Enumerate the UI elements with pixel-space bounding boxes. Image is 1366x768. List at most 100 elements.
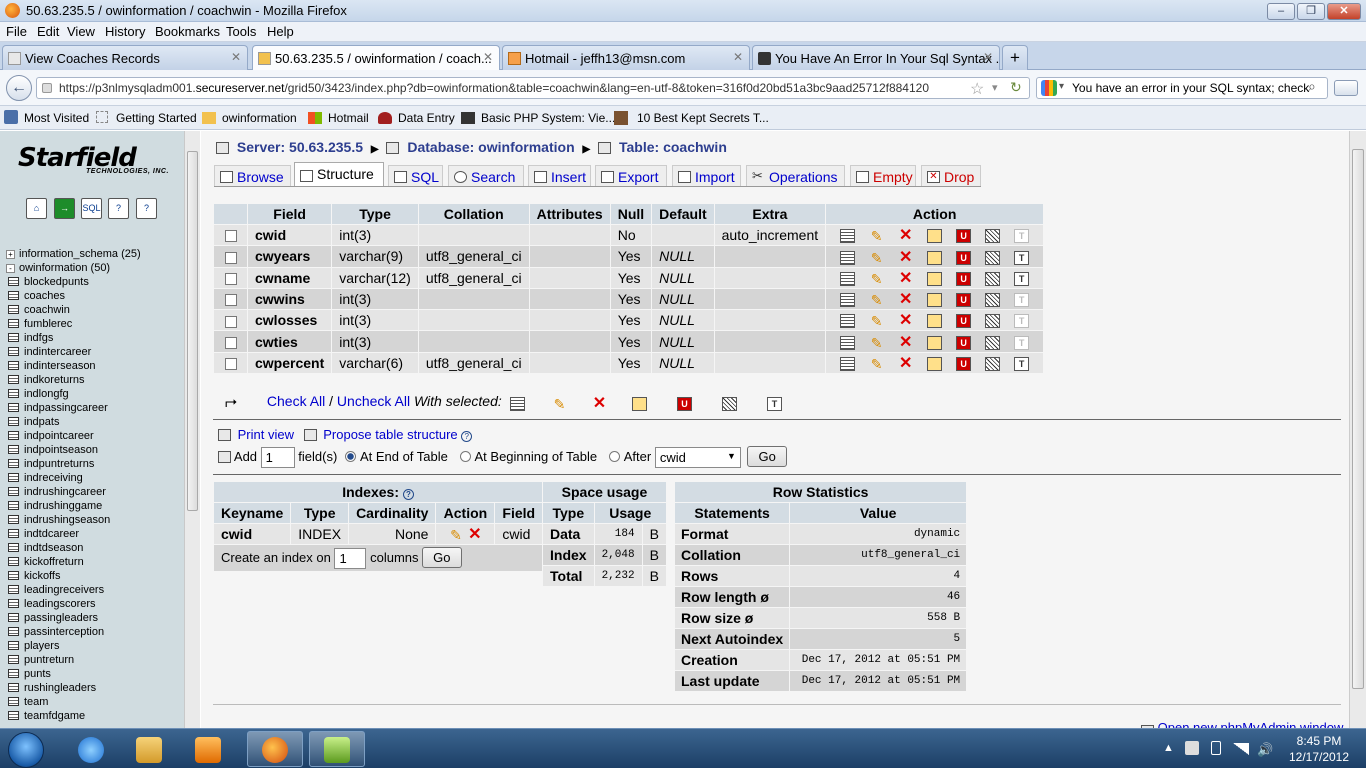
table-icon[interactable] xyxy=(8,445,19,454)
help-icon[interactable]: ? xyxy=(402,489,414,500)
edit-selected-icon[interactable]: ✎ xyxy=(552,397,567,411)
sidebar-table-item[interactable]: indpats xyxy=(8,416,59,428)
edit-icon[interactable]: ✎ xyxy=(869,229,884,243)
taskbar-explorer[interactable] xyxy=(121,731,177,767)
sidebar-table-name[interactable]: passinterception xyxy=(24,626,104,638)
table-icon[interactable] xyxy=(8,557,19,566)
sidebar-scrollbar[interactable] xyxy=(184,131,200,728)
network-icon[interactable] xyxy=(1233,743,1249,755)
edit-icon[interactable]: ✎ xyxy=(869,272,884,286)
sidebar-table-name[interactable]: kickoffs xyxy=(24,570,60,582)
sidebar-table-item[interactable]: indpassingcareer xyxy=(8,402,108,414)
search-icon[interactable]: ⌕ xyxy=(1308,78,1316,95)
unique-icon[interactable]: U xyxy=(956,271,972,286)
tab-hotmail[interactable]: Hotmail - jeffh13@msn.com ✕ xyxy=(502,45,750,70)
sidebar-table-item[interactable]: indfgs xyxy=(8,332,53,344)
sidebar-table-name[interactable]: indrushingcareer xyxy=(24,486,106,498)
sidebar-table-name[interactable]: indtdseason xyxy=(24,542,83,554)
volume-icon[interactable]: 🔊 xyxy=(1257,742,1273,758)
table-icon[interactable] xyxy=(8,571,19,580)
tab-browse[interactable]: Browse xyxy=(214,165,291,187)
table-icon[interactable] xyxy=(8,375,19,384)
sidebar-table-item[interactable]: indpointseason xyxy=(8,444,98,456)
home-icon[interactable] xyxy=(1334,80,1358,96)
index-selected-icon[interactable] xyxy=(722,396,737,411)
fulltext-icon[interactable]: T xyxy=(1014,229,1030,244)
sidebar-table-name[interactable]: rushingleaders xyxy=(24,682,96,694)
sidebar-table-item[interactable]: teamfdgame xyxy=(8,710,85,722)
index-icon[interactable] xyxy=(985,335,1001,350)
sidebar-table-item[interactable]: indrushingseason xyxy=(8,514,110,526)
sidebar-table-name[interactable]: indpointcareer xyxy=(24,430,94,442)
url-bar[interactable]: https://p3nlmysqladm001.secureserver.net… xyxy=(36,77,1030,99)
collapse-icon[interactable]: - xyxy=(6,263,15,273)
sidebar-table-name[interactable]: kickoffreturn xyxy=(24,556,84,568)
sidebar-table-name[interactable]: indrushinggame xyxy=(24,500,102,512)
table-icon[interactable] xyxy=(8,403,19,412)
index-icon[interactable] xyxy=(985,250,1001,265)
tab-export[interactable]: Export xyxy=(595,165,667,187)
minimize-button[interactable]: – xyxy=(1267,3,1295,20)
drop-selected-icon[interactable]: ✕ xyxy=(592,395,607,411)
sidebar-table-item[interactable]: blockedpunts xyxy=(8,276,89,288)
fulltext-icon[interactable]: T xyxy=(1014,357,1030,372)
table-icon[interactable] xyxy=(8,347,19,356)
at-end-label[interactable]: At End of Table xyxy=(360,449,448,464)
tab-structure[interactable]: Structure xyxy=(294,162,384,187)
sidebar-table-name[interactable]: indlongfg xyxy=(24,388,69,400)
after-field-select[interactable]: cwid ▼ xyxy=(654,447,741,469)
table-icon[interactable] xyxy=(8,431,19,440)
sidebar-table-name[interactable]: indreceiving xyxy=(24,472,83,484)
table-icon[interactable] xyxy=(8,291,19,300)
edit-icon[interactable]: ✎ xyxy=(869,357,884,371)
primary-icon[interactable] xyxy=(927,250,943,265)
table-icon[interactable] xyxy=(8,333,19,342)
google-icon[interactable] xyxy=(1041,80,1057,96)
drop-icon[interactable]: ✕ xyxy=(898,249,913,265)
row-checkbox[interactable] xyxy=(224,336,237,349)
menu-help[interactable]: Help xyxy=(267,24,294,39)
sidebar-table-item[interactable]: fumblerec xyxy=(8,318,72,330)
sidebar-table-item[interactable]: indtdseason xyxy=(8,542,83,554)
menu-history[interactable]: History xyxy=(105,24,145,39)
tab-drop[interactable]: ✕ Drop xyxy=(921,165,981,187)
table-icon[interactable] xyxy=(8,613,19,622)
tab-sql-error[interactable]: You Have An Error In Your Sql Syntax ...… xyxy=(752,45,1000,70)
sidebar-table-name[interactable]: coachwin xyxy=(24,304,70,316)
tab-phpmyadmin[interactable]: 50.63.235.5 / owinformation / coach... ✕ xyxy=(252,45,500,71)
breadcrumb-database[interactable]: Database: owinformation xyxy=(407,139,574,155)
row-checkbox[interactable] xyxy=(224,273,237,286)
sidebar-table-item[interactable]: indrushinggame xyxy=(8,500,102,512)
table-icon[interactable] xyxy=(8,683,19,692)
row-checkbox[interactable] xyxy=(224,294,237,307)
main-scrollbar[interactable] xyxy=(1349,131,1366,728)
drop-icon[interactable]: ✕ xyxy=(898,228,913,244)
at-beginning-radio[interactable] xyxy=(459,451,471,462)
table-icon[interactable] xyxy=(8,711,19,720)
table-icon[interactable] xyxy=(8,501,19,510)
sidebar-table-item[interactable]: indpointcareer xyxy=(8,430,94,442)
table-icon[interactable] xyxy=(8,361,19,370)
battery-icon[interactable] xyxy=(1211,741,1221,755)
tab-empty[interactable]: Empty xyxy=(850,165,916,187)
close-tab-icon[interactable]: ✕ xyxy=(483,50,493,64)
url-dropdown-icon[interactable]: ▾ xyxy=(992,81,998,94)
table-icon[interactable] xyxy=(8,641,19,650)
tab-view-coaches[interactable]: View Coaches Records ✕ xyxy=(2,45,248,70)
table-icon[interactable] xyxy=(8,319,19,328)
table-icon[interactable] xyxy=(8,473,19,482)
table-icon[interactable] xyxy=(8,627,19,636)
sidebar-table-item[interactable]: punts xyxy=(8,668,51,680)
fulltext-selected-icon[interactable]: T xyxy=(767,396,782,411)
browse-icon[interactable] xyxy=(840,250,856,265)
reload-icon[interactable]: ↻ xyxy=(1010,79,1022,96)
taskbar-notepad[interactable] xyxy=(309,731,365,767)
sidebar-table-item[interactable]: leadingreceivers xyxy=(8,584,104,596)
menu-edit[interactable]: Edit xyxy=(37,24,59,39)
create-index-go-button[interactable]: Go xyxy=(422,547,462,569)
sidebar-table-name[interactable]: indpointseason xyxy=(24,444,98,456)
sidebar-table-item[interactable]: players xyxy=(8,640,59,652)
bookmark-owinformation[interactable]: owinformation xyxy=(222,111,297,125)
scrollbar-thumb[interactable] xyxy=(187,151,198,511)
browse-icon[interactable] xyxy=(840,314,856,329)
